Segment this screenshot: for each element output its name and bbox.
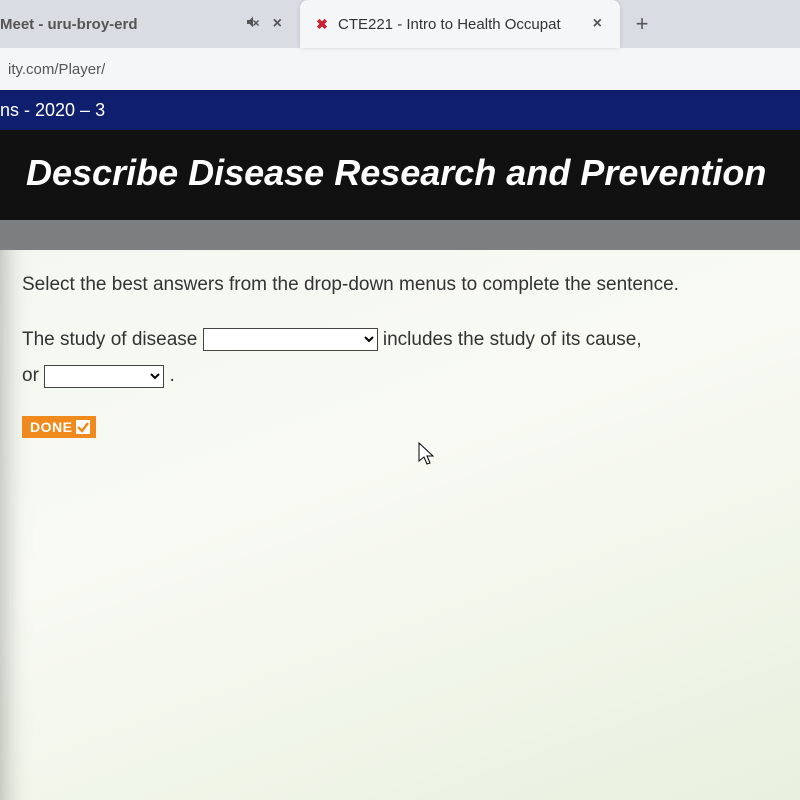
lesson-heading: Describe Disease Research and Prevention — [0, 130, 800, 220]
done-label: DONE — [30, 419, 72, 435]
course-nav-bar: ns - 2020 – 3 — [0, 90, 800, 130]
course-nav-text: ns - 2020 – 3 — [0, 100, 105, 121]
dropdown-2[interactable] — [44, 365, 164, 388]
tab-meet[interactable]: Meet - uru-broy-erd × — [0, 0, 300, 48]
instruction-text: Select the best answers from the drop-do… — [22, 274, 778, 296]
new-tab-button[interactable]: + — [620, 0, 664, 48]
sentence: The study of disease includes the study … — [22, 322, 778, 394]
done-button[interactable]: DONE — [22, 416, 96, 438]
tab-title: CTE221 - Intro to Health Occupat — [338, 16, 581, 33]
audio-muted-icon[interactable] — [245, 14, 261, 34]
lesson-heading-text: Describe Disease Research and Prevention — [26, 152, 766, 193]
close-icon[interactable]: × — [269, 13, 286, 35]
url-text: ity.com/Player/ — [8, 61, 105, 78]
sentence-part-2: includes the study of its cause, — [383, 329, 642, 350]
tab-cte221[interactable]: ✖ CTE221 - Intro to Health Occupat × — [300, 0, 620, 48]
tab-title: Meet - uru-broy-erd — [0, 16, 237, 33]
divider — [0, 220, 800, 250]
tab-strip: Meet - uru-broy-erd × ✖ CTE221 - Intro t… — [0, 0, 800, 48]
site-favicon-icon: ✖ — [314, 16, 330, 32]
question-panel: Select the best answers from the drop-do… — [0, 250, 800, 800]
sentence-part-3: or — [22, 365, 44, 386]
dropdown-1[interactable] — [203, 328, 378, 351]
check-icon — [76, 420, 90, 434]
cursor-icon — [418, 442, 436, 468]
address-bar[interactable]: ity.com/Player/ — [0, 48, 800, 90]
sentence-part-1: The study of disease — [22, 329, 203, 350]
close-icon[interactable]: × — [589, 13, 606, 35]
sentence-part-4: . — [169, 365, 174, 386]
